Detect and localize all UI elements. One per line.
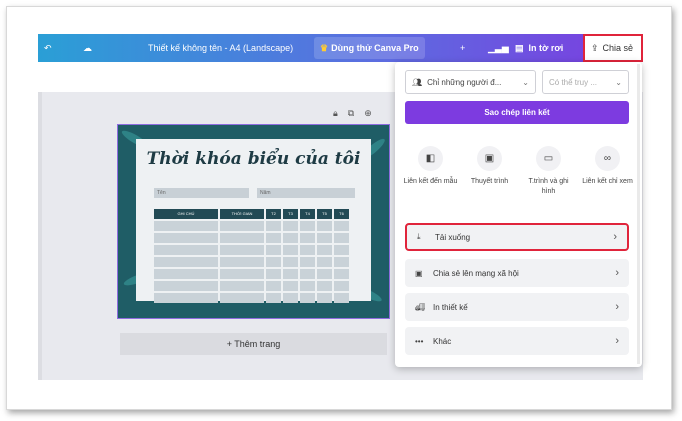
- share-button[interactable]: ⇪ Chia sẻ: [583, 34, 643, 62]
- table-row: [154, 269, 356, 279]
- timetable-grid: GHI CHÚ THỜI GIAN T2 T3 T4 T5 T6: [154, 209, 356, 305]
- add-icon[interactable]: +: [460, 34, 465, 62]
- more-dots-icon: •••: [415, 336, 424, 346]
- table-row: [154, 281, 356, 291]
- top-bar: ↶ ☁ Thiết kế không tên - A4 (Landscape) …: [38, 34, 643, 62]
- permission-select[interactable]: Có thể truy ... ⌄: [542, 70, 629, 94]
- document-icon: ▤: [515, 42, 524, 53]
- permission-select-value: Có thể truy ...: [549, 77, 598, 87]
- more-button[interactable]: ••• Khác ›: [405, 327, 629, 355]
- template-icon: ◧: [418, 146, 443, 171]
- print-design-button[interactable]: 🚚︎ In thiết kế ›: [405, 293, 629, 321]
- option-view-only-link[interactable]: ∞ Liên kết chỉ xem: [580, 146, 635, 197]
- cloud-save-icon[interactable]: ☁: [83, 34, 92, 62]
- column-header: T6: [334, 209, 349, 219]
- access-select[interactable]: 👥︎ Chỉ những người đ... ⌄: [405, 70, 536, 94]
- chevron-right-icon: ›: [615, 335, 619, 347]
- chevron-down-icon: ⌄: [615, 77, 622, 87]
- table-row: [154, 221, 356, 231]
- share-options: ◧ Liên kết đến mẫu ▣ Thuyết trình ▭ T.tr…: [403, 146, 635, 197]
- option-present-record[interactable]: ▭ T.trình và ghi hình: [521, 146, 576, 197]
- column-header: GHI CHÚ: [154, 209, 218, 219]
- present-icon: ▣: [477, 146, 502, 171]
- canva-pro-trial-label: Dùng thử Canva Pro: [331, 43, 419, 53]
- column-header: T4: [300, 209, 315, 219]
- share-panel: 👥︎ Chỉ những người đ... ⌄ Có thể truy ..…: [395, 62, 642, 367]
- page-tools: 🔒︎ ⧉ ⊕: [333, 108, 372, 119]
- truck-icon: 🚚︎: [415, 302, 426, 312]
- share-upload-icon: ⇪: [591, 42, 599, 53]
- design-page[interactable]: Thời khóa biểu của tôi Tên Năm GHI CHÚ T…: [117, 124, 390, 319]
- option-label: Liên kết đến mẫu: [403, 178, 458, 185]
- column-header: THỜI GIAN: [220, 209, 264, 219]
- copy-link-button[interactable]: Sao chép liên kết: [405, 101, 629, 124]
- duplicate-icon[interactable]: ⧉: [348, 108, 354, 119]
- link-icon: ∞: [595, 146, 620, 171]
- chevron-right-icon: ›: [613, 231, 617, 243]
- column-header: T2: [266, 209, 281, 219]
- share-social-label: Chia sẻ lên mạng xã hội: [433, 268, 519, 278]
- name-field: Tên: [154, 188, 249, 198]
- insights-icon[interactable]: ▁▃▅: [488, 34, 509, 62]
- column-header: T5: [317, 209, 332, 219]
- crown-icon: ♛: [320, 42, 329, 53]
- download-icon: ⤓: [417, 232, 421, 241]
- left-panel-edge: [38, 92, 42, 380]
- add-page-button[interactable]: + Thêm trang: [120, 333, 387, 355]
- option-label: Thuyết trình: [470, 178, 509, 185]
- print-flyer-button[interactable]: ▤ In tờ rơi: [515, 34, 563, 62]
- download-label: Tải xuống: [435, 232, 471, 242]
- option-present[interactable]: ▣ Thuyết trình: [462, 146, 517, 197]
- people-icon: 👥︎: [412, 77, 423, 87]
- panel-scrollbar[interactable]: [637, 64, 640, 364]
- download-button[interactable]: ⤓ Tải xuống ›: [405, 223, 629, 251]
- add-page-icon[interactable]: ⊕: [364, 108, 372, 119]
- share-social-button[interactable]: ▣ Chia sẻ lên mạng xã hội ›: [405, 259, 629, 287]
- access-select-value: Chỉ những người đ...: [427, 77, 502, 87]
- print-design-label: In thiết kế: [433, 302, 468, 312]
- table-header-row: GHI CHÚ THỜI GIAN T2 T3 T4 T5 T6: [154, 209, 356, 219]
- option-label: T.trình và ghi hình: [528, 178, 569, 195]
- social-icon: ▣: [415, 268, 423, 278]
- option-label: Liên kết chỉ xem: [582, 178, 633, 185]
- share-label: Chia sẻ: [602, 43, 634, 53]
- table-row: [154, 245, 356, 255]
- print-flyer-label: In tờ rơi: [528, 43, 564, 53]
- table-row: [154, 293, 356, 303]
- timetable-heading: Thời khóa biểu của tôi: [146, 149, 361, 169]
- record-icon: ▭: [536, 146, 561, 171]
- option-template-link[interactable]: ◧ Liên kết đến mẫu: [403, 146, 458, 197]
- year-field: Năm: [257, 188, 355, 198]
- table-row: [154, 257, 356, 267]
- canva-pro-trial-button[interactable]: ♛ Dùng thử Canva Pro: [314, 37, 425, 59]
- more-label: Khác: [433, 336, 452, 346]
- design-title[interactable]: Thiết kế không tên - A4 (Landscape): [148, 34, 293, 62]
- chevron-right-icon: ›: [615, 301, 619, 313]
- table-row: [154, 233, 356, 243]
- timetable-card: Thời khóa biểu của tôi Tên Năm GHI CHÚ T…: [136, 139, 371, 303]
- chevron-down-icon: ⌄: [522, 77, 529, 87]
- lock-icon[interactable]: 🔒︎: [333, 108, 338, 119]
- chevron-right-icon: ›: [615, 267, 619, 279]
- undo-icon[interactable]: ↶: [44, 34, 52, 62]
- column-header: T3: [283, 209, 298, 219]
